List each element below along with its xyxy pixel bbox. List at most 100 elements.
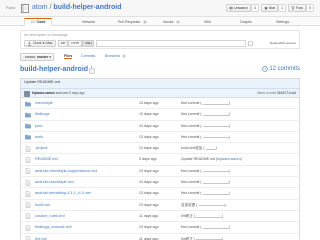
issue-link-placeholder <box>195 215 222 218</box>
tab-network-label: Network <box>82 20 96 24</box>
owner-link[interactable]: atom <box>32 4 48 11</box>
avatar <box>24 90 30 97</box>
file-name-link[interactable]: checkstyle <box>35 101 53 105</box>
table-row: android-checkstyle-suppressions.xml 13 da… <box>21 166 299 178</box>
file-commit-message[interactable]: first commit () <box>181 191 230 195</box>
file-commit-message[interactable]: first commit () <box>181 135 230 139</box>
commit-author-line: fujiwara-satoru authored 5 days ago <box>32 91 85 95</box>
unwatch-label: Unwatch <box>234 6 248 10</box>
description-placeholder[interactable]: No description or homepage <box>24 33 68 37</box>
file-icon <box>25 145 31 152</box>
tab-issues-label: Issues <box>163 20 174 24</box>
commit-author[interactable]: fujiwara-satoru <box>32 91 55 95</box>
commits-link[interactable]: 12 commits <box>262 66 300 72</box>
chevron-down-icon: ▾ <box>49 55 51 59</box>
tab-graphs[interactable]: Graphs <box>240 18 252 26</box>
table-row: build.xml 13 days ago 名前変更 () <box>21 200 299 211</box>
file-icon <box>25 191 31 197</box>
clone-url-input[interactable] <box>96 39 247 47</box>
file-name-link[interactable]: README.md <box>35 157 58 161</box>
protocol-http[interactable]: HTTP <box>68 39 83 47</box>
fork-label: Fork <box>296 6 304 10</box>
file-commit-message[interactable]: first commit () <box>181 124 230 128</box>
protocol-ssh[interactable]: SSH <box>82 39 95 47</box>
commit-message-text: first commit ( <box>181 123 202 128</box>
branch-icon <box>23 56 24 58</box>
issue-link-placeholder <box>202 226 229 229</box>
tab-pull-requests[interactable]: Pull Requests 0 <box>118 18 147 26</box>
table-row: findbugs_exclude.xml 13 days ago first com… <box>21 222 299 234</box>
tab-pull-requests-label: Pull Requests <box>118 20 141 24</box>
file-commit-message[interactable]: build.xml追加 () <box>181 146 217 151</box>
tab-settings[interactable]: Settings <box>276 18 289 26</box>
commit-time: authored 5 days ago <box>55 91 85 95</box>
access-label: Read+Write access <box>269 41 296 45</box>
tab-wiki[interactable]: Wiki <box>204 18 211 26</box>
last-commit-meta-row: fujiwara-satoru authored 5 days ago late… <box>21 89 299 98</box>
clone-in-mac-button[interactable]: Clone in Mac <box>24 39 56 47</box>
title-separator: / <box>49 4 52 11</box>
pull-requests-count: 0 <box>142 20 147 24</box>
file-name-link[interactable]: android-formatting-4.3.1_r1.0.xml <box>35 191 91 195</box>
tab-code[interactable]: Code <box>24 18 53 26</box>
file-name-link[interactable]: custom_rules.xml <box>35 214 65 218</box>
last-commit-message[interactable]: Update README.md <box>24 80 60 84</box>
file-table: Update README.md fujiwara-satoru authore… <box>20 78 300 240</box>
file-name-link[interactable]: tools <box>35 135 43 139</box>
copy-path-button[interactable] <box>89 68 95 74</box>
commit-message-text: 名前変更 ( <box>181 202 198 207</box>
subtab-commits[interactable]: Commits <box>81 54 95 58</box>
commit-sha[interactable]: 3628771ca9 <box>277 91 296 95</box>
branch-selector[interactable]: branch: master ▾ <box>20 53 54 61</box>
repo-link[interactable]: build-helper-android <box>53 4 121 11</box>
file-commit-message[interactable]: 名前変更 () <box>181 203 226 208</box>
file-name-link[interactable]: android-checkstyle.xml <box>35 180 74 184</box>
issue-link-placeholder <box>202 113 229 116</box>
repo-tabs: Code Network Pull Requests 0 Issues 0 Wi… <box>0 17 320 26</box>
commit-author-link[interactable]: fujiwara-satoru <box>217 157 241 161</box>
file-commit-message[interactable]: first commit () <box>181 101 230 105</box>
file-commit-message[interactable]: first commit () <box>181 225 230 229</box>
issue-link-placeholder <box>202 135 229 139</box>
commit-message-text: first commit ( <box>181 112 202 117</box>
breadcrumb-row: build-helper-android / 12 commits <box>20 66 300 76</box>
file-age: 13 days ago <box>139 146 159 151</box>
file-age: 13 days ago <box>139 202 159 207</box>
tab-wiki-label: Wiki <box>204 20 211 24</box>
star-button[interactable]: Star <box>260 4 279 12</box>
issues-count: 0 <box>175 20 180 24</box>
eye-icon <box>229 6 234 10</box>
subtab-branches[interactable]: Branches 1 <box>105 54 127 58</box>
tab-network[interactable]: Network <box>82 18 95 26</box>
breadcrumb-repo[interactable]: build-helper-android <box>20 66 88 73</box>
fork-button[interactable]: Fork <box>288 4 307 12</box>
file-name-link[interactable]: .project <box>35 146 47 150</box>
clipboard-icon[interactable] <box>248 40 253 46</box>
unwatch-button[interactable]: Unwatch <box>226 4 251 12</box>
file-name-link[interactable]: findbugs <box>35 112 49 116</box>
file-name-link[interactable]: findbugs_exclude.xml <box>35 225 72 229</box>
file-commit-message[interactable]: lint修正 () <box>181 214 223 219</box>
latest-commit: latest commit 3628771ca9 <box>257 91 296 95</box>
subtab-files[interactable]: Files <box>64 54 73 59</box>
table-row: tools 13 days ago first commit () <box>21 132 299 144</box>
file-commit-message[interactable]: first commit () <box>181 169 230 173</box>
unwatch-count[interactable]: 3 <box>250 4 259 12</box>
file-name-link[interactable]: lint.xml <box>35 237 47 240</box>
protocol-zip[interactable]: ZIP <box>57 39 69 47</box>
file-commit-message[interactable]: Update README.md (fujiwara-satoru) <box>181 157 242 161</box>
star-count[interactable]: 1 <box>278 4 287 12</box>
branch-row: branch: master ▾ Files Commits Branches … <box>20 53 300 61</box>
file-name-link[interactable]: pmd <box>35 124 42 128</box>
file-name-link[interactable]: build.xml <box>35 203 50 207</box>
commit-message-text: lint修正 ( <box>181 236 195 240</box>
file-commit-message[interactable]: first commit () <box>181 180 230 184</box>
file-commit-message[interactable]: lint修正 () <box>181 237 223 240</box>
tab-issues[interactable]: Issues 0 <box>163 18 180 26</box>
commit-message-text: first commit ( <box>181 180 202 185</box>
file-name-link[interactable]: android-checkstyle-suppressions.xml <box>35 169 97 173</box>
commit-message-end: ) <box>228 225 230 230</box>
file-list: checkstyle 13 days ago first commit () find… <box>21 98 299 240</box>
file-commit-message[interactable]: first commit () <box>181 112 230 116</box>
fork-count[interactable]: 0 <box>306 4 314 12</box>
